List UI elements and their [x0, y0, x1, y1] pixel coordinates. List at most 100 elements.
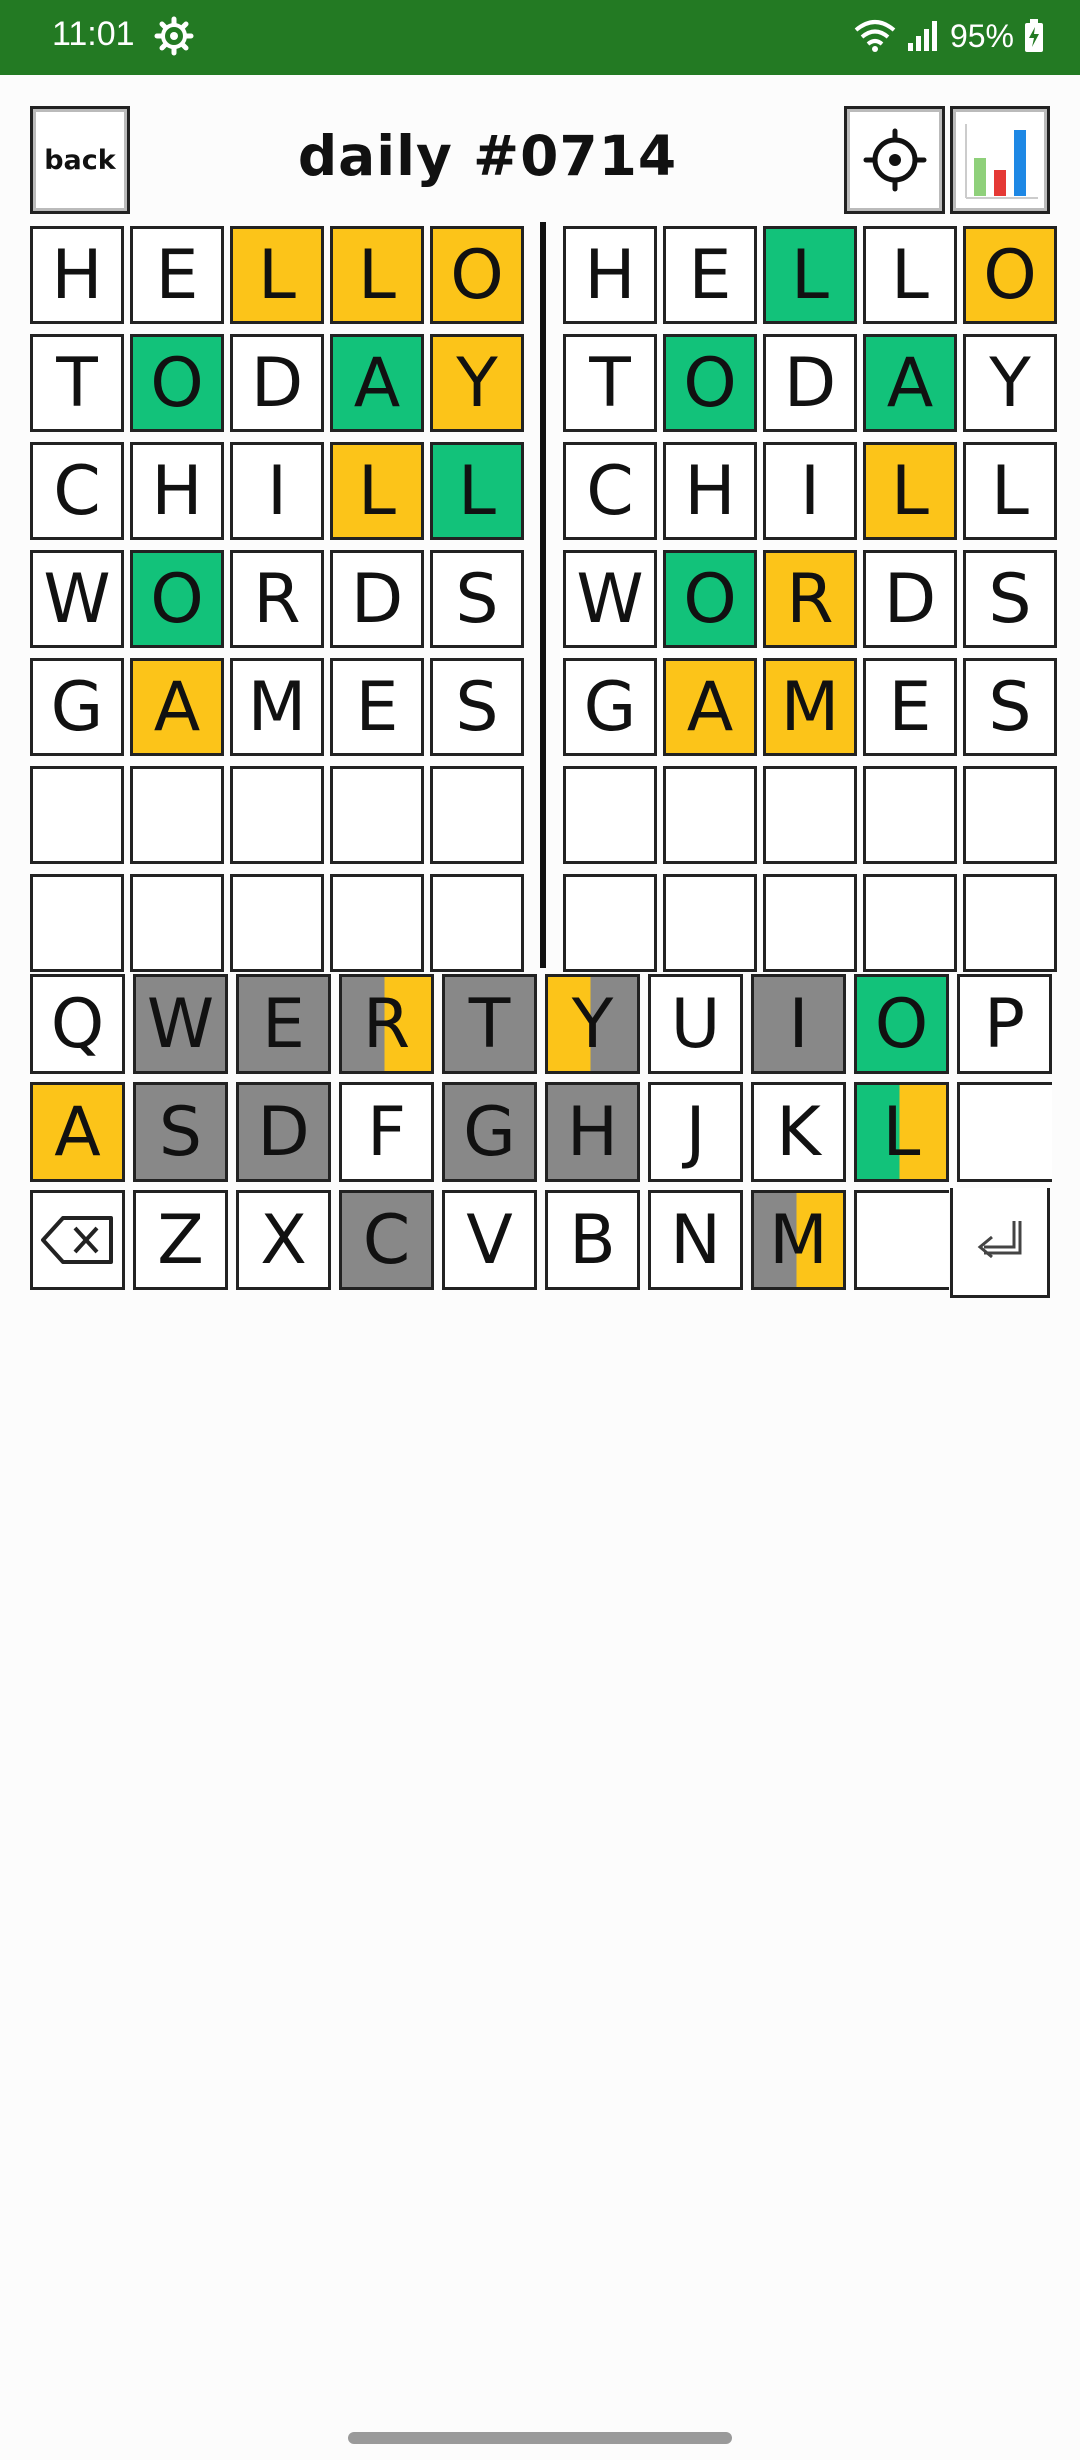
key-label: A: [54, 1092, 101, 1172]
key-label: C: [362, 1200, 411, 1280]
key-o[interactable]: O: [854, 974, 949, 1074]
letter-tile: O: [963, 226, 1057, 324]
board-row: WORDS: [30, 550, 524, 648]
board-left: HELLOTODAYCHILLWORDSGAMES: [30, 226, 524, 982]
board-row: GAMES: [30, 658, 524, 756]
key-label: X: [260, 1200, 307, 1280]
keyboard: QWERTYUIOP ASDFGHJKL ZXCVBNM: [30, 974, 1052, 1298]
letter-tile: A: [863, 334, 957, 432]
key-label: S: [158, 1092, 203, 1172]
letter-tile: [30, 766, 124, 864]
letter-tile: A: [130, 658, 224, 756]
letter-tile: [663, 766, 757, 864]
letter-tile: O: [430, 226, 524, 324]
key-s[interactable]: S: [133, 1082, 228, 1182]
key-p[interactable]: P: [957, 974, 1052, 1074]
letter-tile: [563, 874, 657, 972]
letter-tile: [430, 766, 524, 864]
letter-tile: [563, 766, 657, 864]
board-row: [30, 766, 524, 864]
key-y[interactable]: Y: [545, 974, 640, 1074]
letter-tile: S: [963, 658, 1057, 756]
letter-tile: G: [563, 658, 657, 756]
key-c[interactable]: C: [339, 1190, 434, 1290]
key-label: F: [366, 1092, 407, 1172]
letter-tile: A: [663, 658, 757, 756]
letter-tile: [863, 874, 957, 972]
board-row: GAMES: [563, 658, 1057, 756]
key-e[interactable]: E: [236, 974, 331, 1074]
key-label: N: [670, 1200, 721, 1280]
letter-tile: L: [330, 226, 424, 324]
key-h[interactable]: H: [545, 1082, 640, 1182]
letter-tile: H: [130, 442, 224, 540]
key-label: M: [769, 1200, 828, 1280]
home-indicator[interactable]: [348, 2432, 732, 2444]
letter-tile: S: [963, 550, 1057, 648]
letter-tile: [963, 874, 1057, 972]
key-label: B: [569, 1200, 616, 1280]
key-b[interactable]: B: [545, 1190, 640, 1290]
board-row: [30, 874, 524, 972]
letter-tile: R: [230, 550, 324, 648]
letter-tile: [330, 874, 424, 972]
letter-tile: [430, 874, 524, 972]
settings-gear-icon: [154, 16, 194, 56]
keyboard-row: QWERTYUIOP: [30, 974, 1052, 1074]
key-t[interactable]: T: [442, 974, 537, 1074]
key-f[interactable]: F: [339, 1082, 434, 1182]
key-label: V: [466, 1200, 513, 1280]
letter-tile: T: [563, 334, 657, 432]
board-row: [563, 766, 1057, 864]
settings-button[interactable]: [844, 106, 945, 214]
letter-tile: D: [763, 334, 857, 432]
letter-tile: S: [430, 658, 524, 756]
letter-tile: E: [130, 226, 224, 324]
key-g[interactable]: G: [442, 1082, 537, 1182]
letter-tile: Y: [430, 334, 524, 432]
key-n[interactable]: N: [648, 1190, 743, 1290]
key-q[interactable]: Q: [30, 974, 125, 1074]
letter-tile: M: [230, 658, 324, 756]
key-j[interactable]: J: [648, 1082, 743, 1182]
key-r[interactable]: R: [339, 974, 434, 1074]
board-row: CHILL: [30, 442, 524, 540]
wifi-icon: [854, 20, 896, 52]
letter-tile: O: [130, 550, 224, 648]
key-m[interactable]: M: [751, 1190, 846, 1290]
board-row: HELLO: [563, 226, 1057, 324]
key-v[interactable]: V: [442, 1190, 537, 1290]
letter-tile: G: [30, 658, 124, 756]
board-row: WORDS: [563, 550, 1057, 648]
battery-percent: 95%: [949, 17, 1014, 54]
letter-tile: O: [663, 334, 757, 432]
key-w[interactable]: W: [133, 974, 228, 1074]
key-k[interactable]: K: [751, 1082, 846, 1182]
statistics-button[interactable]: [950, 106, 1050, 214]
enter-key[interactable]: [950, 1188, 1050, 1298]
key-label: L: [882, 1092, 921, 1172]
keyboard-spacer: [854, 1190, 949, 1290]
letter-tile: [130, 766, 224, 864]
letter-tile: [763, 766, 857, 864]
key-z[interactable]: Z: [133, 1190, 228, 1290]
key-l[interactable]: L: [854, 1082, 949, 1182]
key-label: G: [463, 1092, 516, 1172]
key-i[interactable]: I: [751, 974, 846, 1074]
key-label: W: [146, 984, 215, 1064]
status-time: 11:01: [52, 15, 135, 53]
letter-tile: [30, 874, 124, 972]
key-d[interactable]: D: [236, 1082, 331, 1182]
key-x[interactable]: X: [236, 1190, 331, 1290]
board-row: TODAY: [30, 334, 524, 432]
key-a[interactable]: A: [30, 1082, 125, 1182]
key-u[interactable]: U: [648, 974, 743, 1074]
letter-tile: D: [330, 550, 424, 648]
key-label: O: [874, 984, 929, 1064]
letter-tile: D: [230, 334, 324, 432]
letter-tile: M: [763, 658, 857, 756]
backspace-key[interactable]: [30, 1190, 125, 1290]
letter-tile: O: [663, 550, 757, 648]
key-label: J: [685, 1092, 706, 1172]
status-bar: 11:01 95%: [0, 0, 1080, 75]
